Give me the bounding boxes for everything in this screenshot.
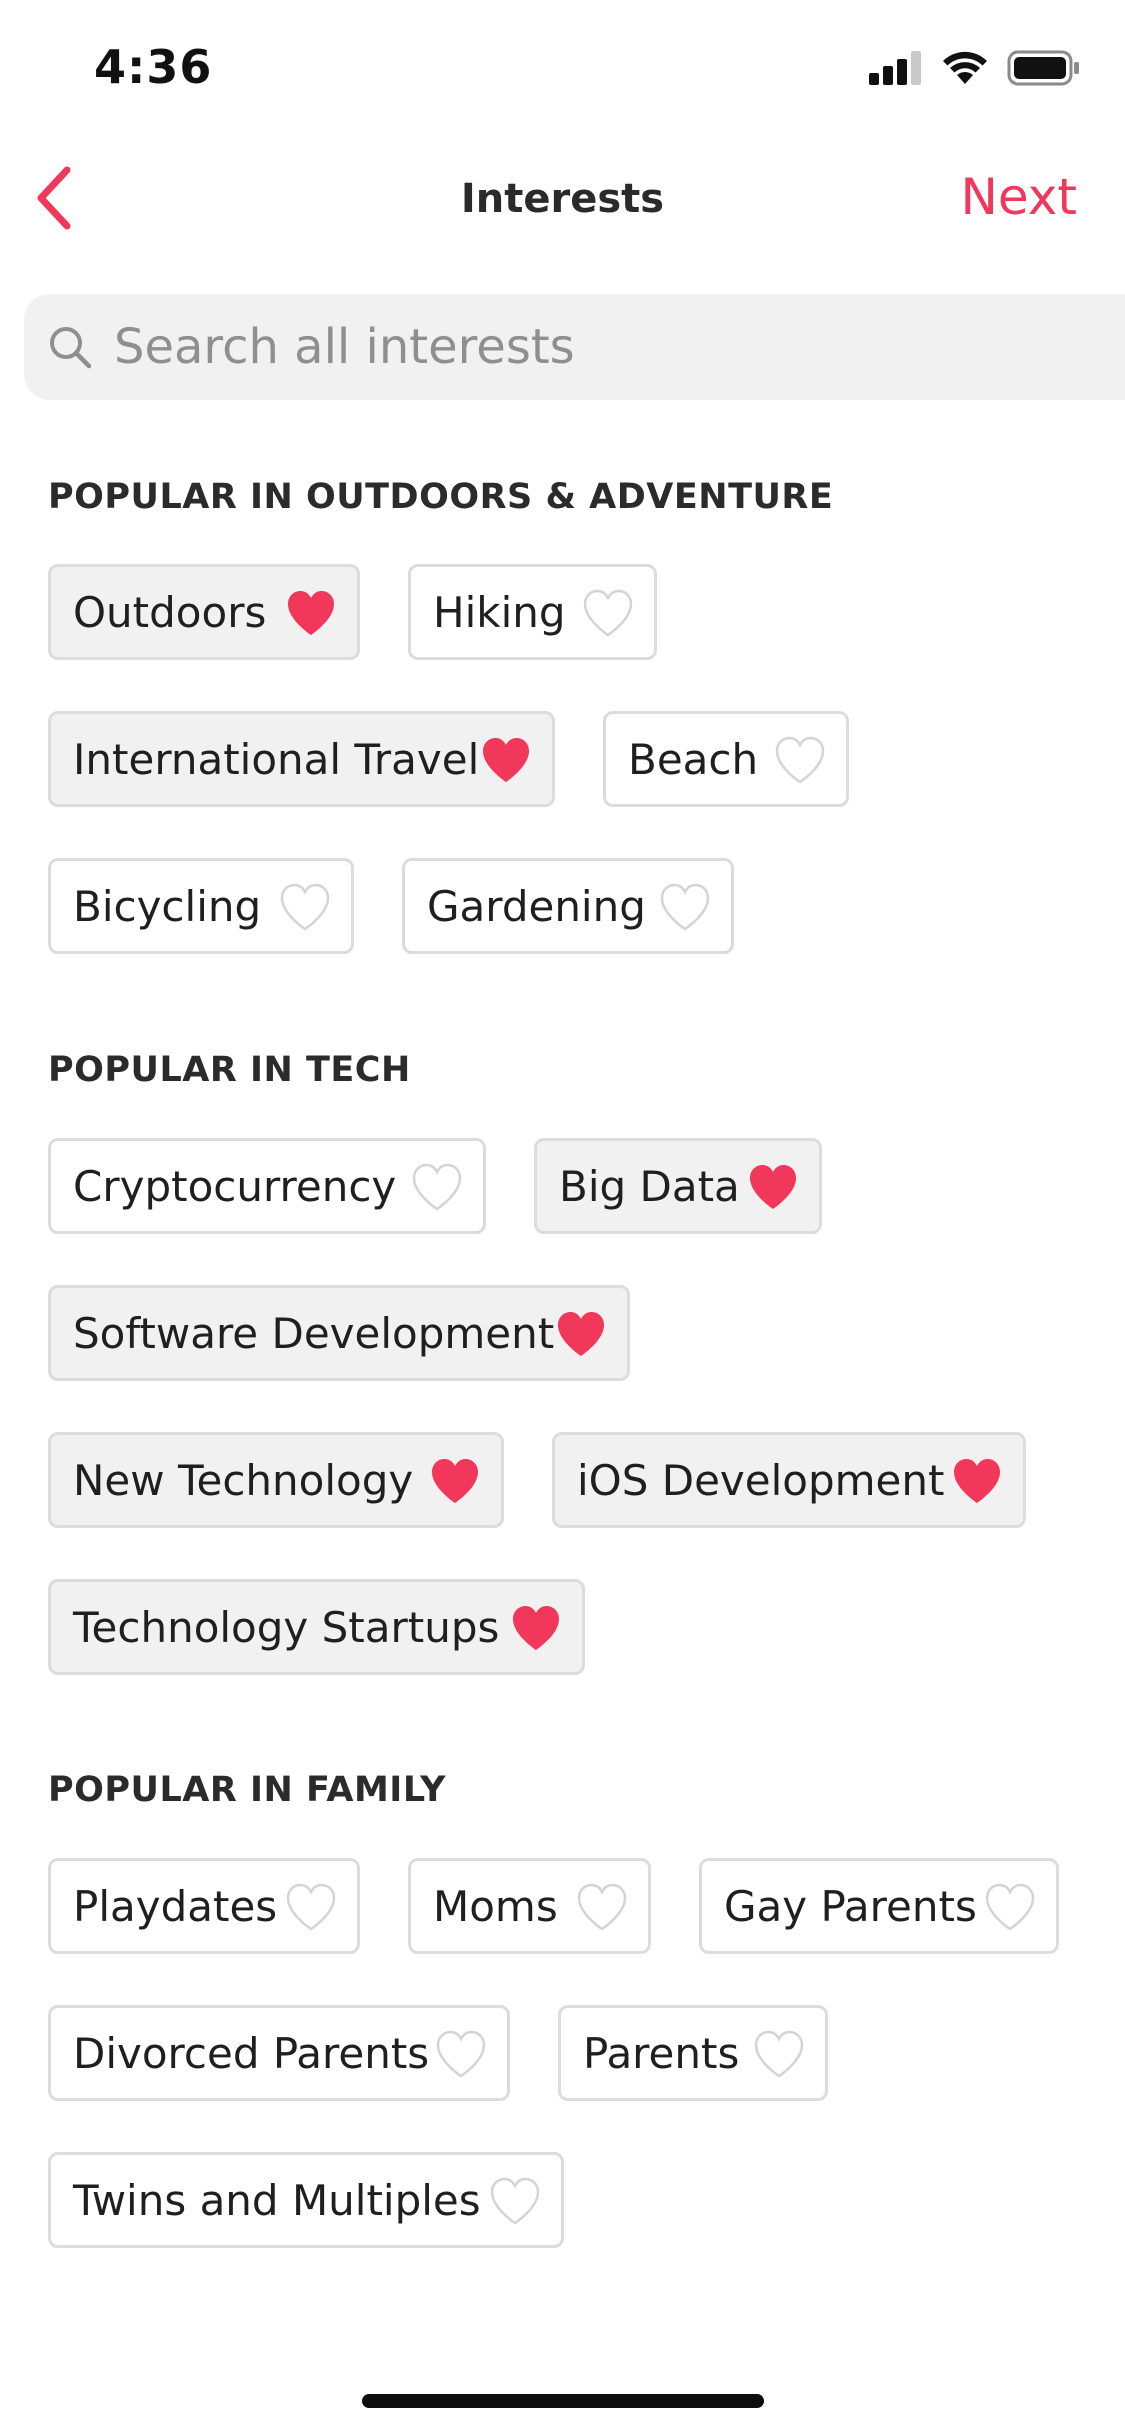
status-bar: 4:36 bbox=[0, 0, 1125, 132]
next-button[interactable]: Next bbox=[961, 168, 1077, 226]
battery-icon bbox=[1007, 50, 1081, 90]
home-indicator[interactable] bbox=[362, 2394, 764, 2408]
interest-chip-label: Playdates bbox=[73, 1881, 278, 1931]
search-icon bbox=[46, 323, 94, 371]
section-header-family: POPULAR IN FAMILY bbox=[48, 1770, 447, 1810]
interest-chip[interactable]: Beach bbox=[603, 711, 849, 807]
interest-chip[interactable]: Technology Startups bbox=[48, 1579, 585, 1675]
interest-chip-label: Beach bbox=[628, 734, 759, 784]
interest-chip-label: Gay Parents bbox=[724, 1881, 977, 1931]
heart-outline-icon bbox=[985, 1883, 1035, 1931]
interest-chip-label: Big Data bbox=[559, 1161, 740, 1211]
heart-outline-icon bbox=[577, 1883, 627, 1931]
interest-chip[interactable]: Twins and Multiples bbox=[48, 2152, 564, 2248]
interest-chip[interactable]: Bicycling bbox=[48, 858, 354, 954]
status-time: 4:36 bbox=[94, 40, 213, 94]
interest-chip-label: New Technology bbox=[73, 1455, 414, 1505]
heart-outline-icon bbox=[583, 589, 633, 637]
interest-chip-label: Hiking bbox=[433, 587, 566, 637]
heart-outline-icon bbox=[280, 883, 330, 931]
heart-filled-icon bbox=[483, 738, 529, 782]
heart-filled-icon bbox=[513, 1606, 559, 1650]
heart-outline-icon bbox=[412, 1163, 462, 1211]
heart-outline-icon bbox=[660, 883, 710, 931]
interest-chip-label: International Travel bbox=[73, 734, 480, 784]
heart-filled-icon bbox=[432, 1459, 478, 1503]
interest-chip[interactable]: Cryptocurrency bbox=[48, 1138, 486, 1234]
interest-chip[interactable]: Software Development bbox=[48, 1285, 630, 1381]
wifi-icon bbox=[941, 50, 989, 90]
interest-chip-label: Moms bbox=[433, 1881, 558, 1931]
heart-filled-icon bbox=[954, 1459, 1000, 1503]
interest-chip-label: Bicycling bbox=[73, 881, 262, 931]
search-bar[interactable] bbox=[24, 294, 1125, 400]
interest-chip-label: Software Development bbox=[73, 1308, 555, 1358]
heart-outline-icon bbox=[754, 2030, 804, 2078]
heart-filled-icon bbox=[750, 1165, 796, 1209]
search-input[interactable] bbox=[112, 318, 1016, 376]
interest-chip-label: Parents bbox=[583, 2028, 740, 2078]
interest-chip-label: Gardening bbox=[427, 881, 646, 931]
interest-chip[interactable]: Outdoors bbox=[48, 564, 360, 660]
interest-chip-label: Cryptocurrency bbox=[73, 1161, 397, 1211]
interest-chip[interactable]: New Technology bbox=[48, 1432, 504, 1528]
section-header-tech: POPULAR IN TECH bbox=[48, 1050, 411, 1090]
cellular-signal-icon bbox=[869, 51, 923, 89]
interest-chip[interactable]: Gardening bbox=[402, 858, 734, 954]
interest-chip[interactable]: Divorced Parents bbox=[48, 2005, 510, 2101]
interest-chip[interactable]: Parents bbox=[558, 2005, 828, 2101]
page-title: Interests bbox=[460, 176, 665, 222]
interest-chip[interactable]: International Travel bbox=[48, 711, 555, 807]
interest-chip[interactable]: iOS Development bbox=[552, 1432, 1026, 1528]
heart-filled-icon bbox=[288, 591, 334, 635]
section-header-outdoors: POPULAR IN OUTDOORS & ADVENTURE bbox=[48, 477, 834, 517]
interest-chip-label: Outdoors bbox=[73, 587, 267, 637]
heart-outline-icon bbox=[436, 2030, 486, 2078]
interest-chip[interactable]: Moms bbox=[408, 1858, 651, 1954]
status-icons bbox=[869, 50, 1081, 90]
interest-chip-label: Divorced Parents bbox=[73, 2028, 430, 2078]
interest-chip-label: iOS Development bbox=[577, 1455, 945, 1505]
interest-chip[interactable]: Playdates bbox=[48, 1858, 360, 1954]
interest-chip-label: Twins and Multiples bbox=[73, 2175, 481, 2225]
heart-outline-icon bbox=[286, 1883, 336, 1931]
interest-chip[interactable]: Hiking bbox=[408, 564, 657, 660]
heart-outline-icon bbox=[490, 2177, 540, 2225]
interest-chip[interactable]: Gay Parents bbox=[699, 1858, 1059, 1954]
heart-filled-icon bbox=[558, 1312, 604, 1356]
interest-chip-label: Technology Startups bbox=[73, 1602, 500, 1652]
interest-chip[interactable]: Big Data bbox=[534, 1138, 822, 1234]
heart-outline-icon bbox=[775, 736, 825, 784]
